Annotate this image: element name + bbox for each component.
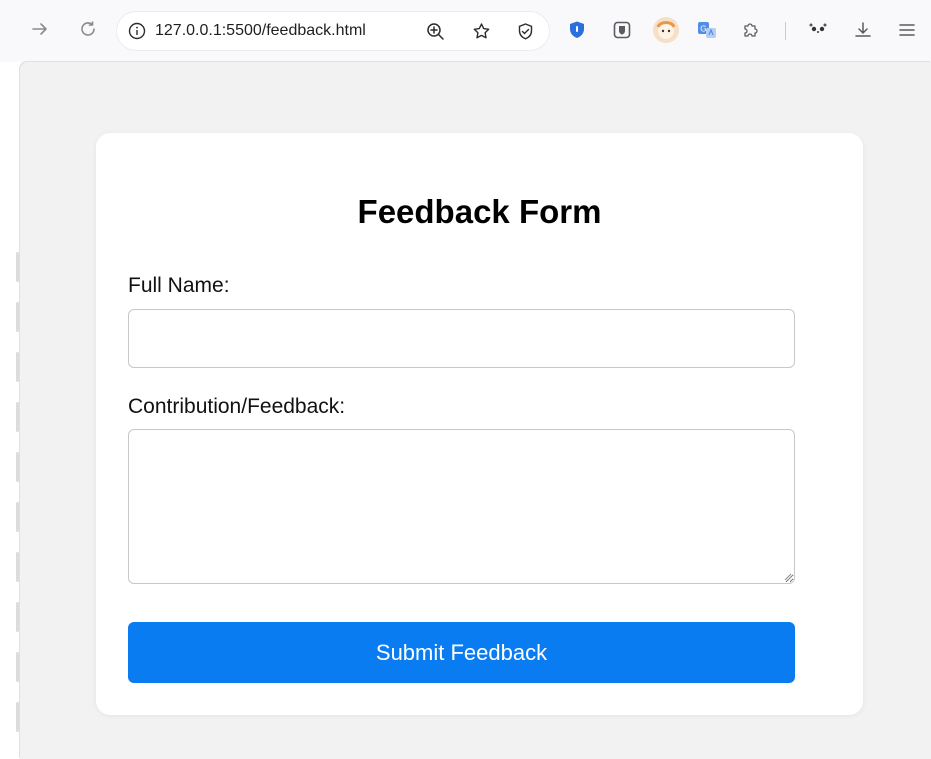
strip-mark — [16, 702, 19, 732]
toolbar-separator — [785, 22, 786, 40]
browser-toolbar: 127.0.0.1:5500/feedback.html G — [0, 0, 931, 62]
feedback-textarea-wrap — [128, 429, 795, 584]
info-icon[interactable] — [127, 21, 147, 41]
strip-mark — [16, 252, 19, 282]
feedback-label: Contribution/Feedback: — [128, 395, 346, 418]
forward-arrow-icon[interactable] — [28, 17, 52, 41]
form-title: Feedback Form — [357, 193, 602, 230]
submit-feedback-button[interactable]: Submit Feedback — [128, 622, 795, 683]
strip-mark — [16, 402, 19, 432]
avatar-extension-icon[interactable] — [652, 16, 680, 44]
full-name-input[interactable] — [128, 309, 795, 368]
svg-text:G: G — [700, 25, 706, 34]
strip-mark — [16, 502, 19, 532]
strip-mark — [16, 552, 19, 582]
translate-icon[interactable]: G — [696, 19, 718, 41]
strip-mark — [16, 602, 19, 632]
ublock-shield-icon[interactable] — [566, 19, 588, 41]
url-text[interactable]: 127.0.0.1:5500/feedback.html — [155, 22, 366, 40]
strip-mark — [16, 652, 19, 682]
bookmark-star-icon[interactable] — [471, 21, 491, 41]
left-sidebar-strip — [0, 62, 20, 759]
shield-check-icon[interactable] — [515, 21, 535, 41]
url-bar[interactable]: 127.0.0.1:5500/feedback.html — [117, 12, 549, 50]
extensions-puzzle-icon[interactable] — [740, 19, 762, 41]
full-name-label: Full Name: — [128, 274, 230, 297]
strip-mark — [16, 352, 19, 382]
menu-icon[interactable] — [896, 19, 918, 41]
download-icon[interactable] — [852, 19, 874, 41]
zoom-icon[interactable] — [425, 21, 445, 41]
panda-extension-icon[interactable] — [807, 19, 829, 41]
feedback-form-card: Feedback Form Full Name: Contribution/Fe… — [96, 133, 863, 715]
strip-mark — [16, 302, 19, 332]
reload-icon[interactable] — [76, 17, 100, 41]
feedback-textarea[interactable] — [128, 429, 795, 584]
strip-mark — [16, 452, 19, 482]
bitwarden-icon[interactable] — [611, 19, 633, 41]
resize-grip-icon[interactable] — [783, 572, 792, 581]
